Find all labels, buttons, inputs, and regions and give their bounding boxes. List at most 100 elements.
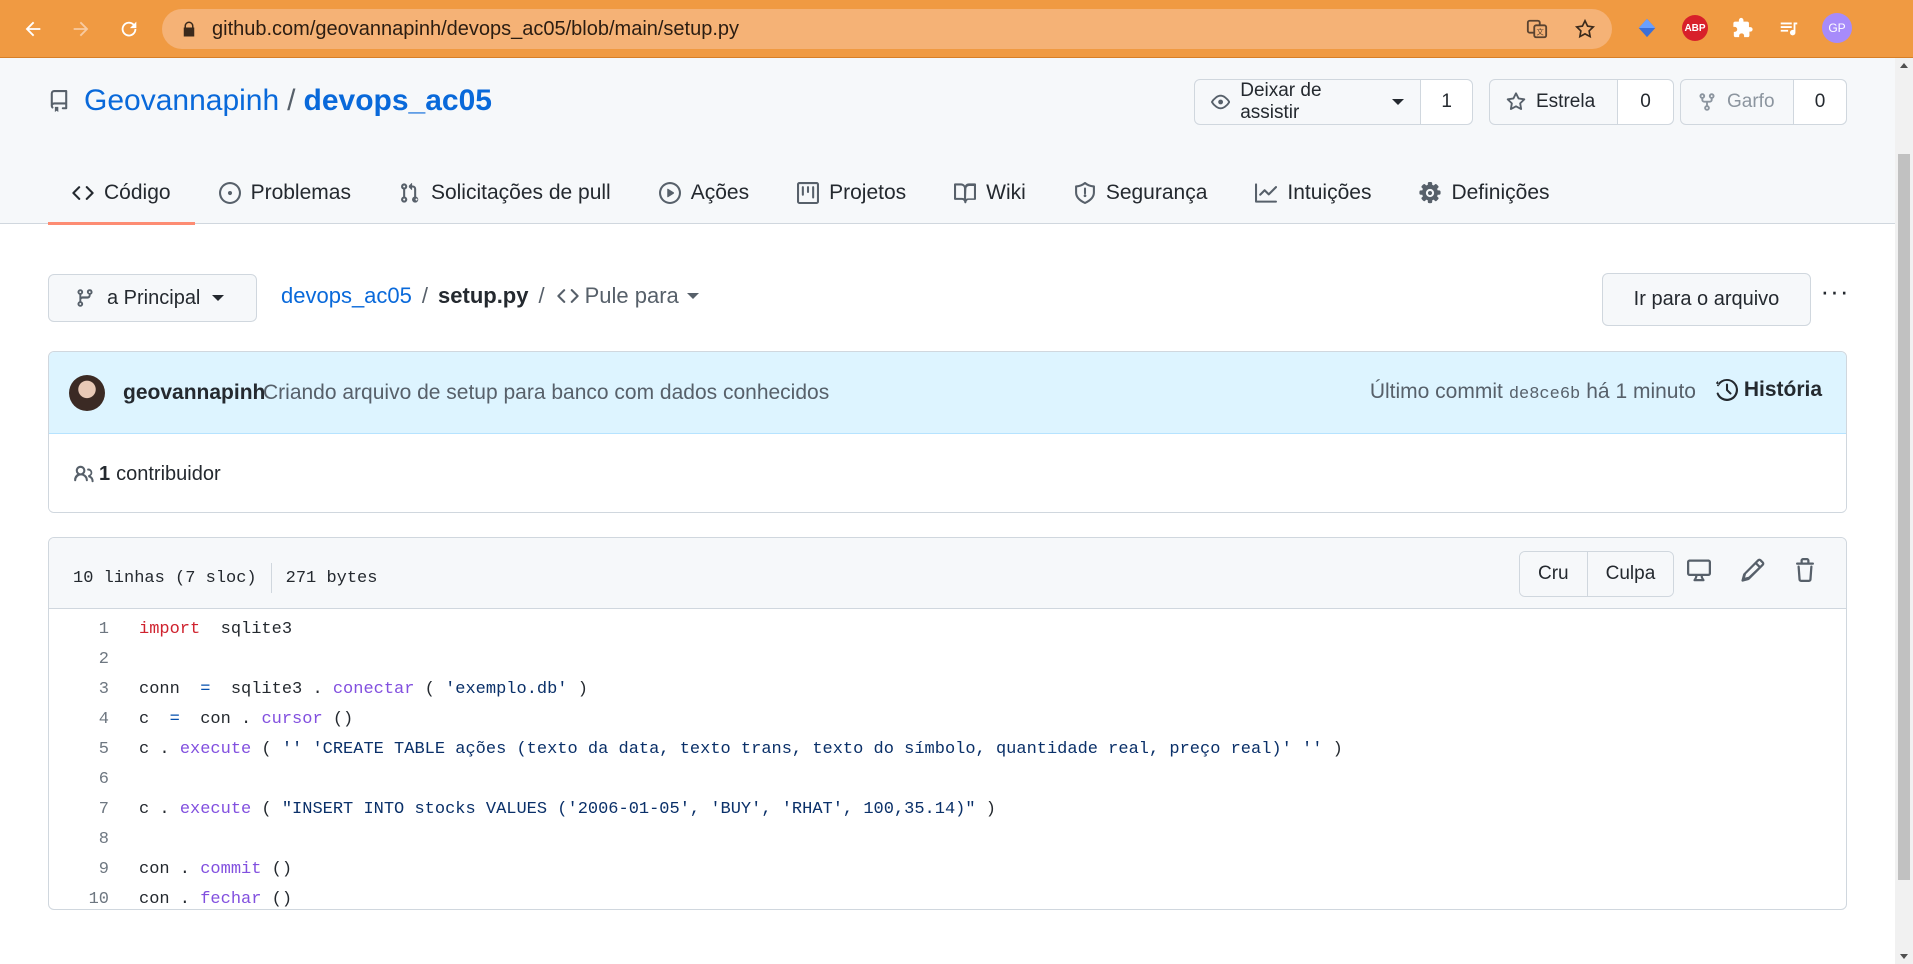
fork-label: Garfo: [1727, 91, 1775, 112]
line-number[interactable]: 5: [49, 740, 109, 759]
watch-button[interactable]: Deixar de assistir 1: [1194, 79, 1473, 125]
desktop-icon[interactable]: [1685, 556, 1713, 584]
line-number[interactable]: 9: [49, 860, 109, 879]
commit-time: há 1 minuto: [1586, 380, 1696, 403]
code-token: (: [414, 679, 446, 699]
code-line: 8: [49, 824, 1846, 854]
tab-projects[interactable]: Projetos: [773, 162, 930, 224]
file-viewer: 10 linhas (7 sloc) 271 bytes Cru Culpa 1…: [48, 537, 1847, 910]
more-options-icon[interactable]: ···: [1820, 276, 1850, 306]
code-token: ): [975, 799, 996, 819]
branch-name: a Principal: [107, 286, 201, 309]
blame-button[interactable]: Culpa: [1586, 552, 1674, 596]
tab-security[interactable]: Segurança: [1050, 162, 1232, 224]
line-number[interactable]: 6: [49, 770, 109, 789]
star-button[interactable]: Estrela: [1489, 79, 1630, 125]
code-token: (: [251, 739, 282, 759]
code-token: import: [139, 619, 201, 639]
scroll-up-icon[interactable]: [1900, 63, 1908, 68]
commit-sha-link[interactable]: de8ce6b: [1509, 385, 1580, 404]
translate-icon[interactable]: 文: [1526, 18, 1548, 40]
code-line: 6: [49, 764, 1846, 794]
code-token: conn: [139, 679, 201, 699]
repo-name-link[interactable]: devops_ac05: [304, 84, 492, 118]
reload-icon: [121, 21, 137, 37]
shield-icon: [1074, 182, 1095, 204]
watch-count[interactable]: 1: [1420, 80, 1472, 124]
tab-pull-requests[interactable]: Solicitações de pull: [375, 162, 635, 224]
star-count[interactable]: 0: [1617, 80, 1673, 124]
code-token: conectar: [332, 679, 415, 699]
pull-request-icon: [401, 182, 419, 203]
code-token: =: [169, 709, 180, 729]
fork-count[interactable]: 0: [1793, 80, 1846, 124]
line-number[interactable]: 8: [49, 830, 109, 849]
history-button[interactable]: História: [1715, 378, 1822, 402]
code-token: c .: [139, 739, 180, 759]
pencil-icon[interactable]: [1739, 556, 1767, 584]
reload-button[interactable]: [112, 12, 146, 46]
line-number[interactable]: 2: [49, 650, 109, 669]
breadcrumb: devops_ac05 / setup.py / Pule para: [281, 280, 699, 312]
chevron-down-icon: [686, 293, 699, 299]
page-scrollbar[interactable]: [1895, 58, 1913, 964]
extensions-puzzle-icon[interactable]: [1728, 13, 1758, 43]
browser-toolbar: github.com/geovannapinh/devops_ac05/blob…: [0, 0, 1913, 58]
extension-diamond-icon[interactable]: [1632, 13, 1662, 43]
history-icon: [1715, 379, 1738, 401]
back-button[interactable]: [16, 12, 50, 46]
code-token: (: [251, 799, 282, 819]
adblock-icon[interactable]: ABP: [1680, 13, 1710, 43]
scrollbar-thumb[interactable]: [1898, 154, 1910, 880]
code-text: con . fechar (): [139, 890, 292, 909]
commit-meta: Último commit de8ce6b há 1 minuto: [1369, 380, 1696, 404]
commit-author-link[interactable]: geovannapinh: [123, 381, 265, 405]
code-token: ): [1322, 739, 1343, 759]
code-icon: [556, 289, 579, 303]
code-icon: [72, 186, 94, 200]
breadcrumb-repo-link[interactable]: devops_ac05: [281, 283, 412, 309]
watch-label: Deixar de assistir: [1240, 80, 1322, 123]
forward-button[interactable]: [64, 12, 98, 46]
trash-icon[interactable]: [1791, 556, 1819, 584]
tab-code[interactable]: Código: [48, 162, 195, 225]
code-token: cursor: [261, 709, 323, 729]
contributors-row[interactable]: 1 contribuidor: [49, 434, 1846, 512]
line-number[interactable]: 7: [49, 800, 109, 819]
file-lines: 10 linhas (7 sloc): [73, 568, 257, 588]
tab-wiki[interactable]: Wiki: [930, 162, 1050, 224]
code-text: conn = sqlite3 . conectar ( 'exemplo.db'…: [139, 680, 588, 699]
tab-insights[interactable]: Intuições: [1231, 162, 1395, 224]
raw-button[interactable]: Cru: [1520, 552, 1587, 596]
code-token: (): [261, 889, 293, 909]
commit-message-link[interactable]: Criando arquivo de setup para banco com …: [263, 381, 829, 405]
line-number[interactable]: 3: [49, 680, 109, 699]
star-icon: [1506, 92, 1526, 110]
code-line: 2: [49, 644, 1846, 674]
scroll-down-icon[interactable]: [1900, 954, 1908, 959]
star-bookmark-icon[interactable]: [1574, 18, 1596, 40]
repo-owner-link[interactable]: Geovannapinh: [84, 84, 279, 118]
repo-header: Geovannapinh / devops_ac05 Deixar de ass…: [0, 58, 1895, 225]
profile-avatar[interactable]: GP: [1822, 13, 1852, 43]
code-text: import sqlite3: [139, 620, 292, 639]
tab-issues[interactable]: Problemas: [195, 162, 375, 224]
file-size: 271 bytes: [285, 568, 378, 588]
file-header: 10 linhas (7 sloc) 271 bytes Cru Culpa: [49, 538, 1846, 609]
branch-select-button[interactable]: a Principal: [48, 274, 257, 322]
media-queue-icon[interactable]: [1774, 13, 1804, 43]
chevron-down-icon: [212, 295, 225, 301]
fork-button[interactable]: Garfo 0: [1680, 79, 1847, 125]
tab-settings[interactable]: Definições: [1395, 162, 1573, 224]
avatar[interactable]: [69, 375, 105, 411]
line-number[interactable]: 1: [49, 620, 109, 639]
svg-text:文: 文: [1537, 28, 1545, 37]
line-number[interactable]: 4: [49, 710, 109, 729]
gear-icon: [1419, 182, 1442, 204]
line-number[interactable]: 10: [49, 890, 109, 909]
go-to-file-button[interactable]: Ir para o arquivo: [1602, 273, 1811, 326]
jump-to-button[interactable]: Pule para: [555, 283, 699, 309]
address-bar[interactable]: github.com/geovannapinh/devops_ac05/blob…: [162, 9, 1612, 49]
star-label: Estrela: [1536, 91, 1596, 112]
tab-actions[interactable]: Ações: [635, 162, 773, 224]
